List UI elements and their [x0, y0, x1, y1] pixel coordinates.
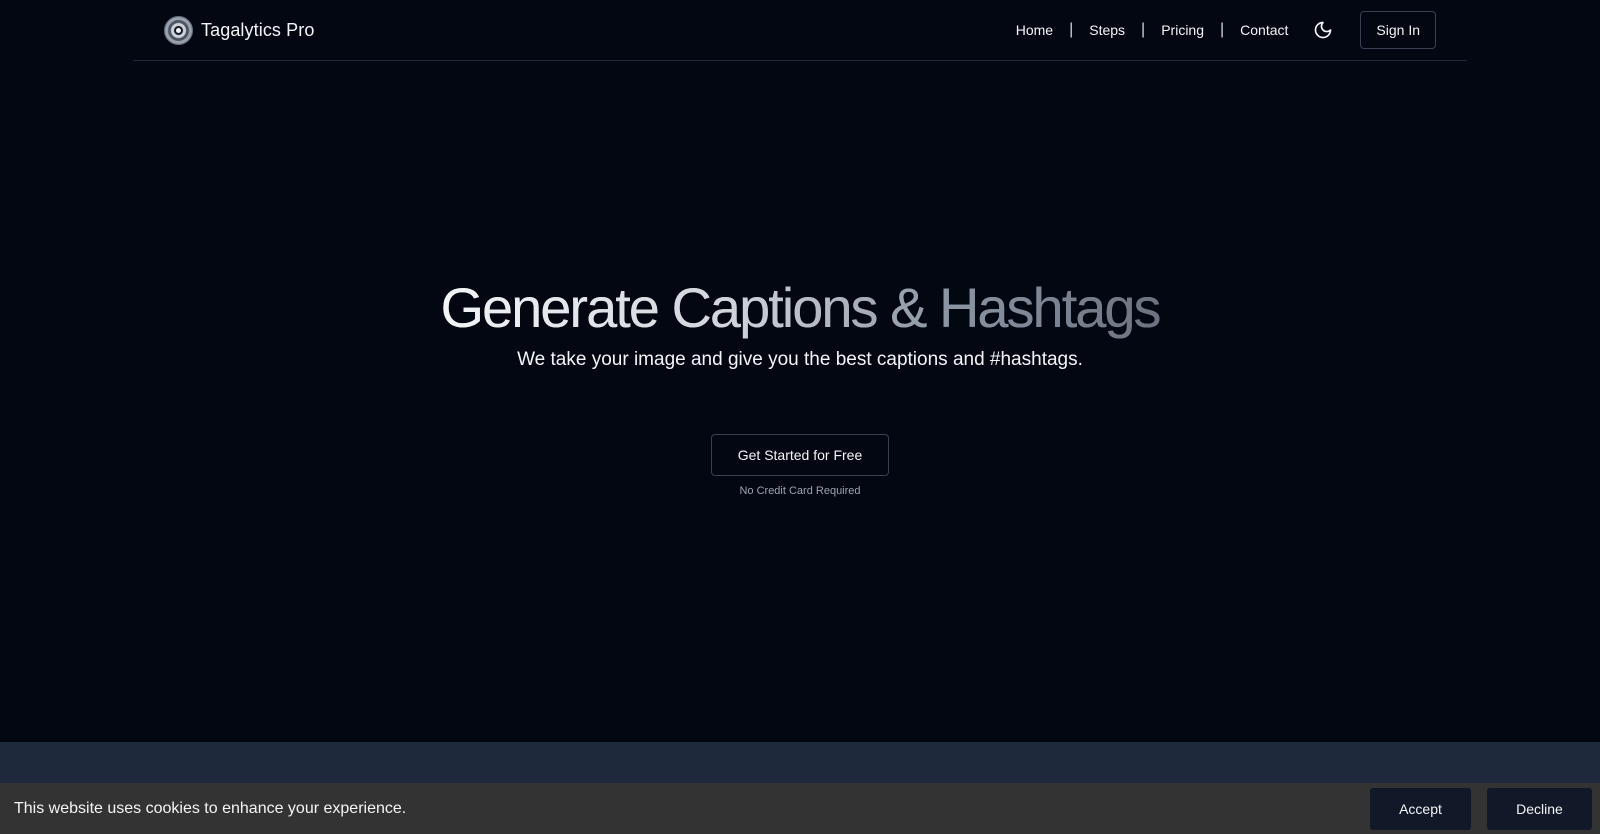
accept-cookies-button[interactable]: Accept	[1370, 787, 1471, 830]
cookie-actions: Accept Decline	[1370, 787, 1592, 830]
hero-subtitle: We take your image and give you the best…	[517, 349, 1083, 370]
get-started-button[interactable]: Get Started for Free	[711, 434, 889, 476]
hero-section: Generate Captions & Hashtags We take you…	[0, 61, 1600, 742]
no-credit-card-note: No Credit Card Required	[739, 485, 861, 497]
brand-name: Tagalytics Pro	[201, 19, 315, 40]
nav-contact-link[interactable]: Contact	[1240, 22, 1288, 38]
brand-link[interactable]: Tagalytics Pro	[164, 15, 315, 45]
main-nav: Home | Steps | Pricing | Contact Sign In	[1016, 11, 1436, 49]
cookie-banner: This website uses cookies to enhance you…	[0, 783, 1600, 834]
theme-toggle-button[interactable]	[1312, 19, 1334, 41]
nav-separator: |	[1141, 21, 1146, 38]
hero-title: Generate Captions & Hashtags	[0, 277, 1600, 339]
moon-icon	[1315, 21, 1332, 39]
brand-logo-icon	[164, 15, 193, 45]
decline-cookies-button[interactable]: Decline	[1487, 787, 1592, 830]
nav-separator: |	[1069, 21, 1074, 38]
sign-in-button[interactable]: Sign In	[1360, 11, 1436, 49]
nav-steps-link[interactable]: Steps	[1089, 22, 1125, 38]
nav-separator: |	[1220, 21, 1225, 38]
hero-title-text: Generate Captions & Hashtags	[440, 276, 1161, 339]
nav-pricing-link[interactable]: Pricing	[1161, 22, 1204, 38]
landing-page: Tagalytics Pro Home | Steps | Pricing | …	[0, 0, 1600, 834]
nav-home-link[interactable]: Home	[1016, 22, 1053, 38]
cookie-message: This website uses cookies to enhance you…	[14, 799, 407, 817]
site-header: Tagalytics Pro Home | Steps | Pricing | …	[133, 0, 1467, 61]
